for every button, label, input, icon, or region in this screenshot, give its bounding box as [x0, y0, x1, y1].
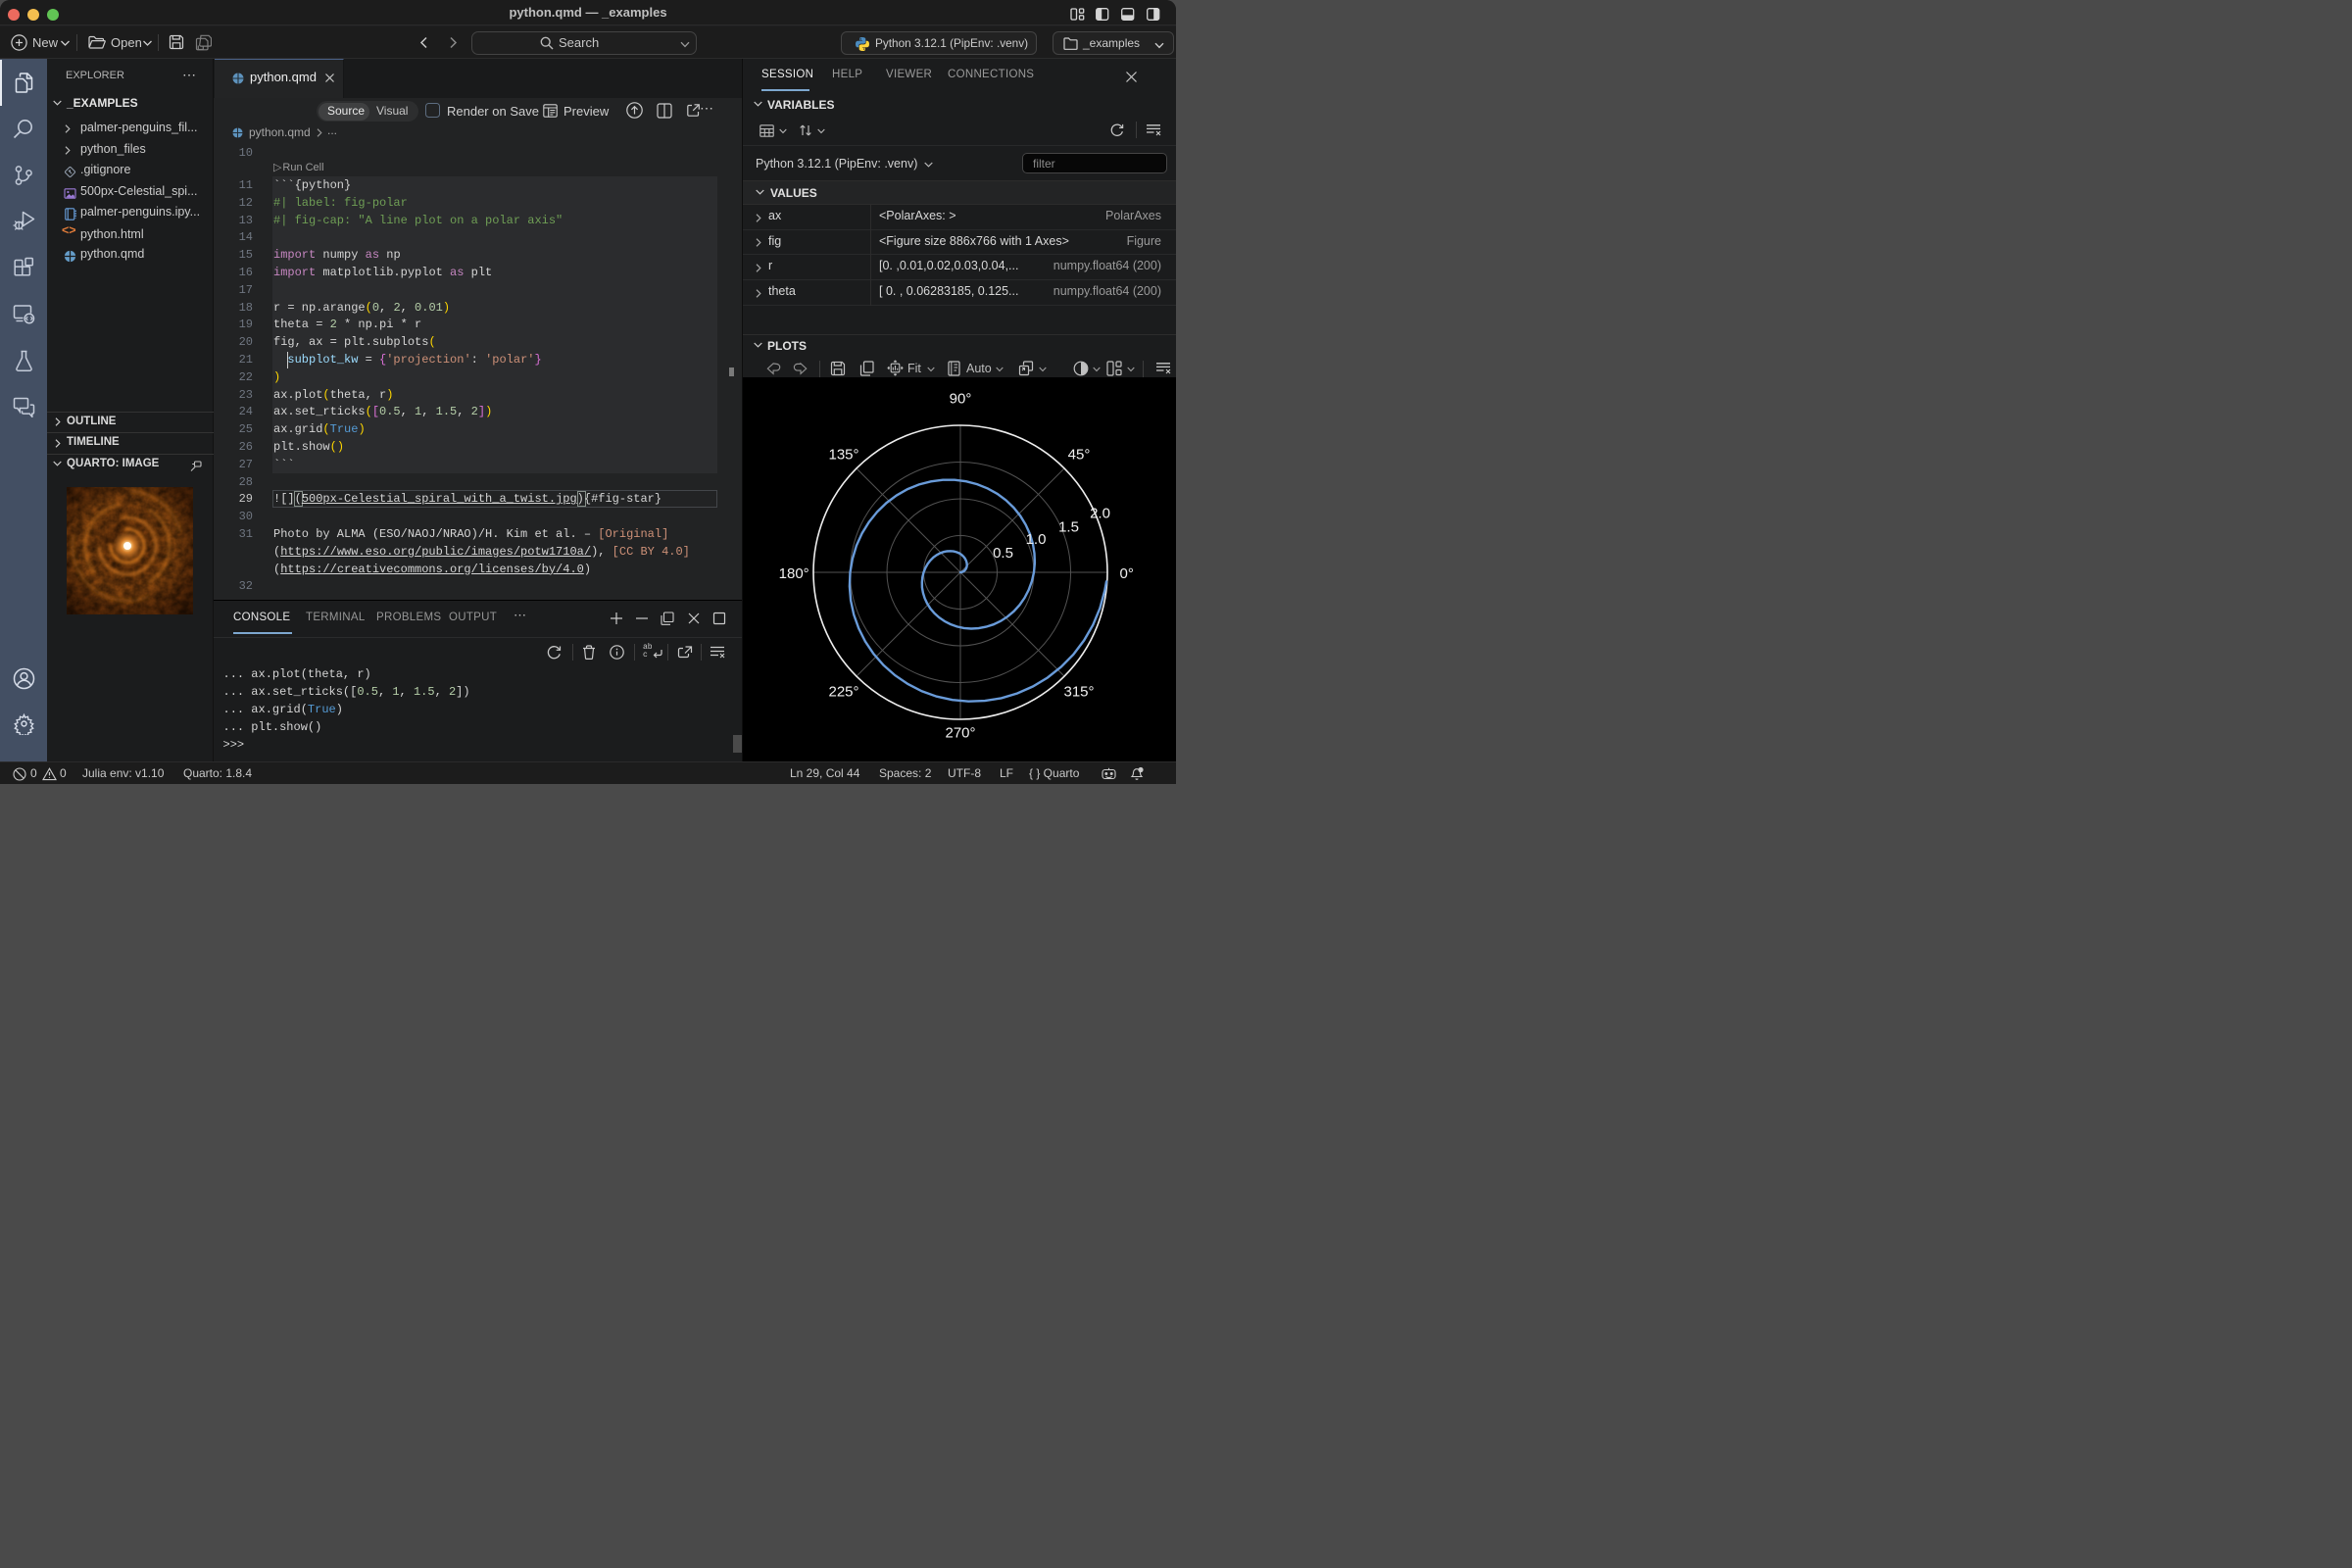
svg-text:45°: 45° — [1068, 446, 1091, 463]
svg-text:315°: 315° — [1063, 683, 1094, 700]
svg-text:180°: 180° — [779, 565, 809, 582]
svg-text:135°: 135° — [828, 446, 858, 463]
svg-text:225°: 225° — [828, 683, 858, 700]
svg-text:2.0: 2.0 — [1090, 506, 1110, 522]
svg-text:270°: 270° — [945, 724, 975, 741]
svg-text:1.5: 1.5 — [1058, 519, 1079, 536]
svg-text:1.0: 1.0 — [1026, 531, 1047, 548]
svg-text:0.5: 0.5 — [993, 545, 1013, 562]
svg-text:90°: 90° — [950, 390, 972, 407]
svg-text:0°: 0° — [1120, 565, 1134, 582]
